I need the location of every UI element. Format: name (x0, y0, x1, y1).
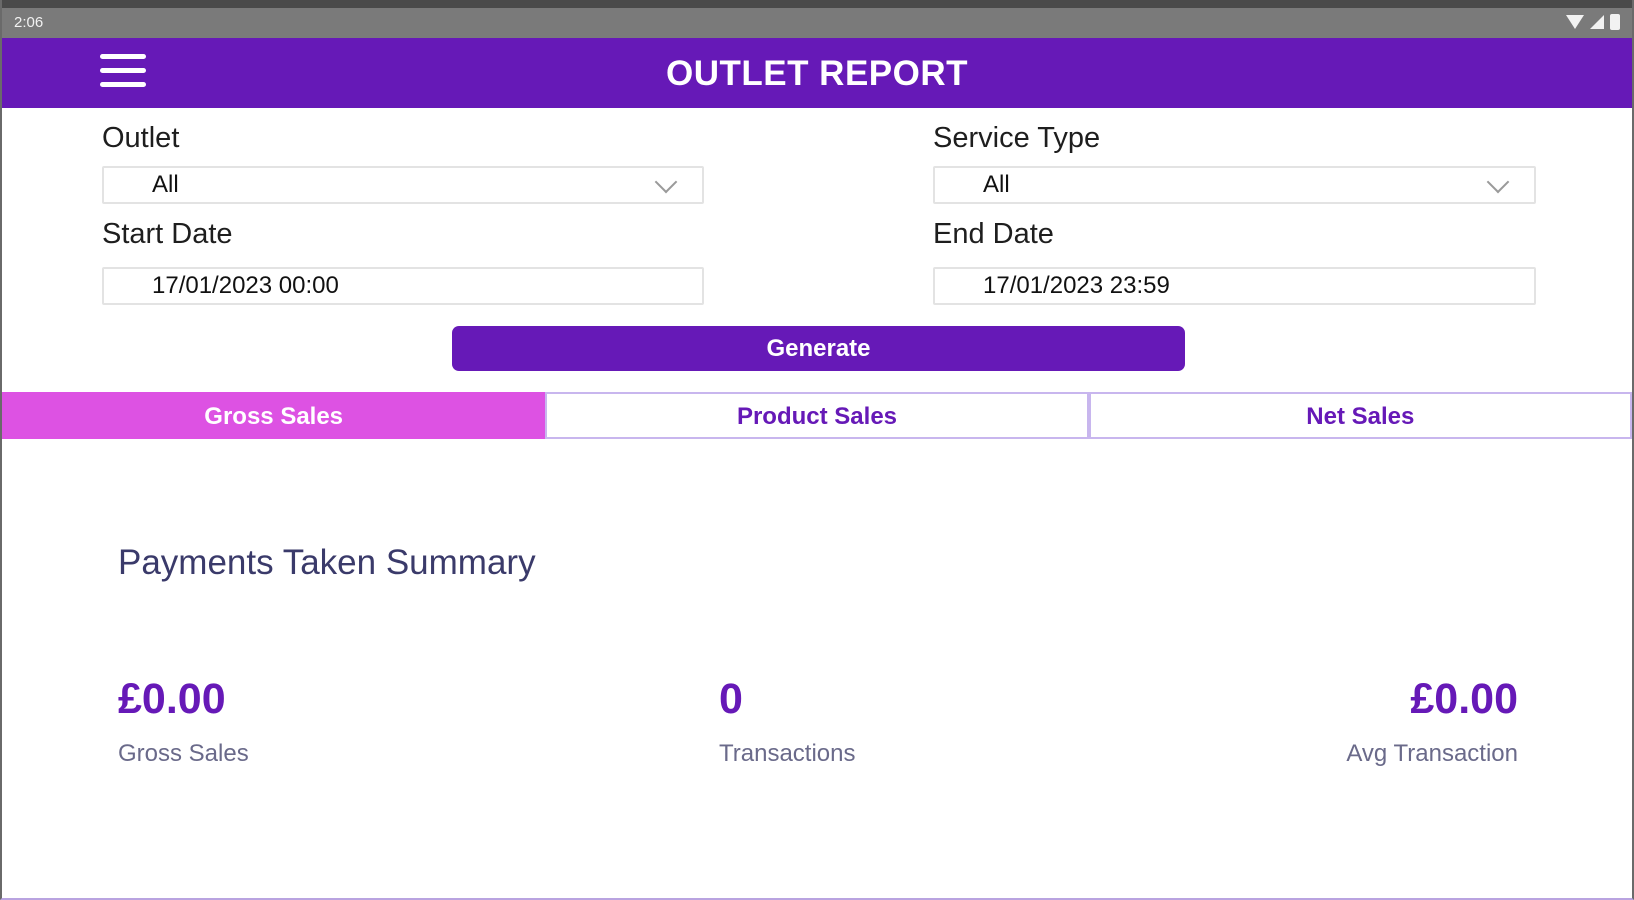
gross-sales-label: Gross Sales (118, 740, 249, 767)
status-icons (1566, 14, 1620, 30)
service-type-select[interactable]: All (933, 166, 1536, 204)
app-bar: OUTLET REPORT (2, 38, 1632, 108)
report-tabs: Gross Sales Product Sales Net Sales (2, 392, 1632, 439)
app-frame: 2:06 OUTLET REPORT Outlet All Service Ty… (0, 0, 1634, 900)
tab-gross-sales[interactable]: Gross Sales (2, 392, 546, 439)
outlet-select[interactable]: All (102, 166, 704, 204)
signal-icon (1590, 15, 1604, 29)
avg-transaction-value: £0.00 (1410, 675, 1518, 723)
status-time: 2:06 (14, 14, 44, 31)
tab-net-sales[interactable]: Net Sales (1088, 392, 1632, 439)
wifi-icon (1566, 15, 1584, 29)
outlet-label: Outlet (102, 122, 180, 154)
generate-button[interactable]: Generate (452, 326, 1185, 371)
end-date-field[interactable]: 17/01/2023 23:59 (933, 267, 1536, 305)
service-type-label: Service Type (933, 122, 1101, 154)
start-date-value: 17/01/2023 00:00 (152, 272, 339, 299)
start-date-label: Start Date (102, 218, 233, 250)
chevron-down-icon (1486, 170, 1510, 194)
chevron-down-icon (654, 170, 678, 194)
end-date-label: End Date (933, 218, 1054, 250)
service-type-select-value: All (983, 171, 1010, 198)
avg-transaction-label: Avg Transaction (1346, 740, 1518, 767)
transactions-value: 0 (719, 675, 743, 723)
start-date-field[interactable]: 17/01/2023 00:00 (102, 267, 704, 305)
page-title: OUTLET REPORT (665, 54, 969, 93)
battery-icon (1610, 14, 1620, 30)
transactions-label: Transactions (719, 740, 856, 767)
status-bar: 2:06 (2, 0, 1632, 38)
end-date-value: 17/01/2023 23:59 (983, 272, 1170, 299)
tab-product-sales[interactable]: Product Sales (545, 392, 1089, 439)
summary-title: Payments Taken Summary (118, 543, 536, 582)
outlet-select-value: All (152, 171, 179, 198)
gross-sales-value: £0.00 (118, 675, 226, 723)
